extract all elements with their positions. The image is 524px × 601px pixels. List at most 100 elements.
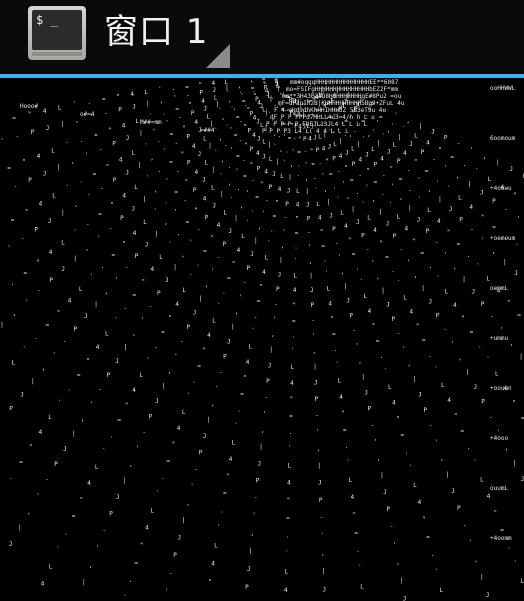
- ascii-glyph: ,: [168, 368, 172, 375]
- ascii-glyph: |: [61, 121, 65, 128]
- ascii-glyph: ": [396, 416, 400, 423]
- ascii-glyph: .: [225, 121, 229, 128]
- ascii-glyph: -: [14, 184, 18, 191]
- ascii-glyph: L: [397, 214, 401, 221]
- ascii-glyph: -: [102, 528, 106, 535]
- ascii-glyph: L: [182, 287, 186, 294]
- ascii-glyph: -: [429, 423, 433, 430]
- ascii-glyph: J: [132, 104, 136, 111]
- ascii-glyph: 4: [426, 139, 430, 146]
- ascii-glyph: ,: [309, 258, 313, 265]
- ascii-glyph: ": [208, 579, 212, 586]
- terminal-output[interactable]: ',|JP-',|JP-',|JP.`L4"=.`L4"=.`L4",|JP-'…: [0, 78, 524, 601]
- ascii-glyph: 4: [68, 298, 72, 305]
- ascii-ray: P-',|JP-',|JP-',|JP-',|JP-',|JP-',|: [82, 97, 293, 587]
- ascii-glyph: J: [48, 218, 52, 225]
- ascii-glyph: .: [381, 190, 385, 197]
- ascii-glyph: -: [251, 177, 255, 184]
- ascii-glyph: |: [379, 208, 383, 215]
- ascii-glyph: P: [31, 129, 35, 136]
- ascii-glyph: L: [241, 233, 245, 240]
- ascii-glyph: J: [115, 358, 119, 365]
- ascii-glyph: |: [361, 374, 365, 381]
- ascii-glyph: ": [106, 163, 110, 170]
- ascii-ray: ',|JP-',|JP-',|JP-',|JP-',|JP-',|J: [306, 98, 407, 601]
- ascii-glyph: |: [327, 199, 331, 206]
- ascii-glyph: J: [328, 144, 332, 151]
- ascii-glyph: ,: [505, 445, 509, 452]
- ascii-glyph: J: [287, 188, 291, 195]
- ascii-glyph: J: [310, 287, 314, 294]
- ascii-glyph: J: [318, 480, 322, 487]
- ascii-glyph: J: [155, 398, 159, 405]
- ascii-glyph: L: [441, 382, 445, 389]
- ascii-glyph: =: [203, 247, 207, 254]
- ascii-glyph: |: [305, 188, 309, 195]
- ascii-glyph: -: [274, 301, 278, 308]
- ascii-glyph: ': [273, 316, 277, 323]
- terminal-app-icon[interactable]: $ _: [26, 2, 88, 64]
- ascii-glyph: ': [165, 588, 169, 595]
- ascii-glyph: `: [237, 78, 241, 85]
- ascii-glyph: -: [178, 115, 182, 122]
- ascii-glyph: `: [66, 142, 70, 149]
- ascii-glyph: |: [309, 272, 313, 279]
- ascii-glyph: `: [235, 423, 239, 430]
- ascii-glyph: =: [350, 177, 354, 184]
- ascii-glyph: ,: [13, 310, 17, 317]
- ascii-glyph: J: [329, 213, 333, 220]
- ascii-glyph: 4: [175, 301, 179, 308]
- ascii-glyph: ': [517, 216, 521, 223]
- ascii-glyph: L: [349, 477, 353, 484]
- ascii-glyph: J: [418, 391, 422, 398]
- ascii-glyph: -: [318, 160, 322, 167]
- ascii-glyph: ": [29, 444, 33, 451]
- ascii-glyph: `: [362, 202, 366, 209]
- ascii-glyph: =: [112, 252, 116, 259]
- ascii-glyph: L: [393, 142, 397, 149]
- ascii-glyph: P: [266, 378, 270, 385]
- ascii-glyph: 4: [194, 119, 198, 126]
- ascii-glyph: J: [314, 380, 318, 387]
- ascii-glyph: |: [18, 525, 22, 532]
- ascii-glyph: ': [402, 346, 406, 353]
- ascii-glyph: 4: [308, 136, 312, 143]
- ascii-glyph: 4: [211, 561, 215, 568]
- ascii-glyph: P: [107, 372, 111, 379]
- ascii-glyph: `: [187, 393, 191, 400]
- ascii-glyph: ': [239, 294, 243, 301]
- ascii-glyph: 4: [41, 581, 45, 588]
- ascii-glyph: =: [286, 515, 290, 522]
- ascii-glyph: J: [449, 206, 453, 213]
- ascii-glyph: ": [110, 202, 114, 209]
- ascii-glyph: `: [344, 135, 348, 142]
- ascii-glyph: ": [330, 316, 334, 323]
- ascii-glyph: ': [417, 177, 421, 184]
- ascii-glyph: J: [323, 587, 327, 594]
- ascii-glyph: ": [125, 402, 129, 409]
- ascii-glyph: L: [269, 156, 273, 163]
- ascii-glyph: L: [95, 464, 99, 471]
- ascii-glyph: L: [371, 146, 375, 153]
- ascii-glyph: P: [481, 301, 485, 308]
- ascii-glyph: =: [374, 179, 378, 186]
- ascii-glyph: J: [61, 266, 65, 273]
- ascii-glyph: L: [291, 364, 295, 371]
- ascii-glyph: L: [367, 214, 371, 221]
- ascii-glyph: P: [135, 253, 139, 260]
- ascii-glyph: P: [186, 134, 190, 141]
- ascii-glyph: 4: [201, 98, 205, 105]
- ascii-glyph: ": [295, 216, 299, 223]
- ascii-glyph: ,: [483, 153, 487, 160]
- ascii-glyph: J: [387, 149, 391, 156]
- ascii-glyph: .: [157, 137, 161, 144]
- ascii-glyph: L: [134, 184, 138, 191]
- ascii-glyph: -: [98, 386, 102, 393]
- ascii-glyph: P: [332, 156, 336, 163]
- ascii-glyph: `: [217, 303, 221, 310]
- ascii-glyph: `: [251, 328, 255, 335]
- overflow-menu-icon[interactable]: [204, 42, 232, 70]
- ascii-glyph: P: [269, 184, 273, 191]
- ascii-glyph: L: [143, 219, 147, 226]
- ascii-glyph: 4: [339, 394, 343, 401]
